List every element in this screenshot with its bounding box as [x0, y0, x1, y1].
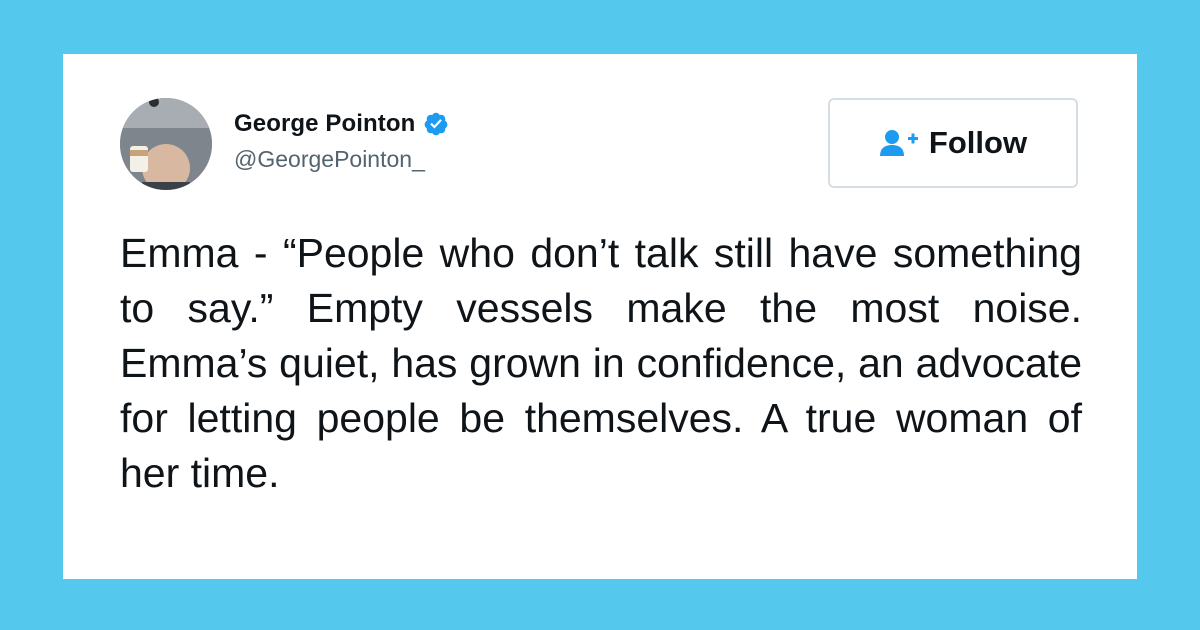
avatar[interactable]	[120, 98, 212, 190]
avatar-photo	[120, 98, 212, 190]
verified-badge-icon	[425, 112, 448, 136]
author-handle[interactable]: @GeorgePointon_	[234, 146, 425, 173]
author-row: George Pointon	[234, 108, 449, 140]
follow-button-label: Follow	[928, 125, 1028, 160]
follow-button[interactable]: Follow	[828, 98, 1078, 188]
tweet-card: George Pointon @GeorgePointon_ Follow Em…	[63, 54, 1137, 579]
tweet-text: Emma - “People who don’t talk still have…	[120, 230, 1082, 496]
author-name[interactable]: George Pointon	[234, 110, 415, 138]
add-user-icon	[879, 130, 918, 156]
